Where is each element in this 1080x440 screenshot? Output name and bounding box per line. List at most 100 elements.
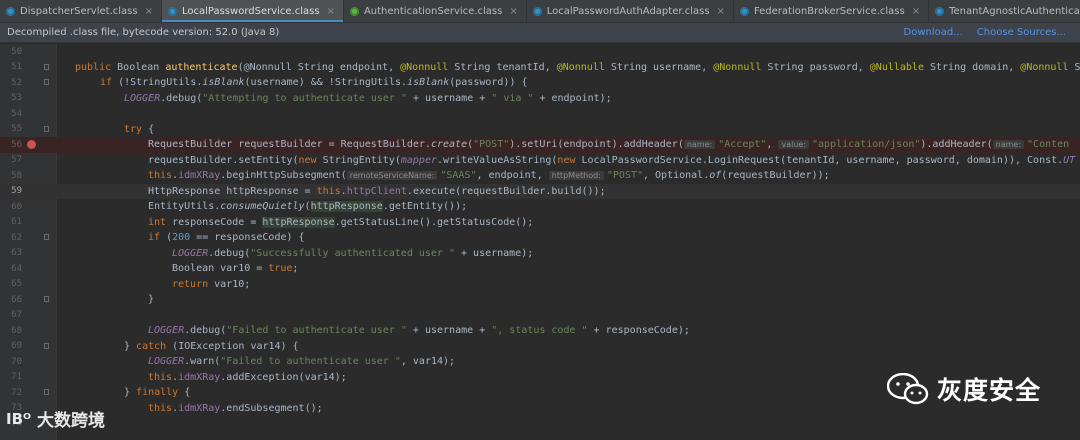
brand-logo-icon: IBᴼ (6, 409, 32, 428)
line-number: 56 (11, 139, 22, 150)
tab-label: AuthenticationService.class (363, 5, 503, 17)
tab-label: LocalPasswordService.class (181, 5, 320, 17)
code-line[interactable]: 69 } catch (IOException var14) { (0, 339, 1080, 355)
tab-label: FederationBrokerService.class (753, 5, 905, 17)
code-line[interactable]: 60 EntityUtils.consumeQuietly(httpRespon… (0, 199, 1080, 215)
watermark-wechat: 灰度安全 (887, 371, 1041, 407)
code-line[interactable]: 67 (0, 308, 1080, 324)
line-number: 69 (11, 341, 22, 352)
code-line[interactable]: 51 public Boolean authenticate(@Nonnull … (0, 60, 1080, 76)
tab-label: DispatcherServlet.class (20, 5, 138, 17)
code-line[interactable]: 68 LOGGER.debug("Failed to authenticate … (0, 323, 1080, 339)
java-class-icon (167, 6, 177, 16)
line-number: 55 (11, 124, 22, 135)
code-line[interactable]: 74 (0, 416, 1080, 432)
fold-icon[interactable] (44, 63, 49, 70)
code-line-breakpoint[interactable]: 56 RequestBuilder requestBuilder = Reque… (0, 137, 1080, 153)
code-text: LOGGER.warn("Failed to authenticate user… (148, 356, 456, 368)
line-number: 67 (11, 310, 22, 321)
code-text: LOGGER.debug("Failed to authenticate use… (148, 325, 690, 337)
close-icon[interactable]: × (912, 6, 920, 17)
code-text: public Boolean authenticate(@Nonnull Str… (75, 61, 1080, 73)
decompiled-banner: Decompiled .class file, bytecode version… (0, 23, 1080, 43)
java-class-icon (739, 6, 749, 16)
fold-icon[interactable] (44, 389, 49, 395)
line-number: 63 (11, 248, 22, 259)
code-text: } (148, 294, 155, 306)
close-icon[interactable]: × (509, 6, 517, 17)
code-text: int responseCode = httpResponse.getStatu… (148, 216, 534, 228)
code-line[interactable]: 57 requestBuilder.setEntity(new StringEn… (0, 153, 1080, 169)
code-line[interactable]: 63 LOGGER.debug("Successfully authentica… (0, 246, 1080, 262)
parameter-hint: httpMethod: (548, 171, 604, 181)
code-line[interactable]: 54 (0, 106, 1080, 122)
line-number: 68 (11, 325, 22, 336)
line-number: 51 (11, 62, 22, 73)
code-line[interactable]: 66 } (0, 292, 1080, 308)
line-number: 53 (11, 93, 22, 104)
line-number: 58 (11, 170, 22, 181)
close-icon[interactable]: × (717, 6, 725, 17)
line-number: 62 (11, 232, 22, 243)
watermark-brand: IBᴼ 大数跨境 (6, 406, 106, 432)
java-class-icon (935, 6, 945, 16)
code-text: if (!StringUtils.isBlank(username) && !S… (100, 77, 528, 89)
code-text: Boolean var10 = true; (172, 263, 299, 275)
line-number: 57 (11, 155, 22, 166)
line-number: 60 (11, 201, 22, 212)
breakpoint-icon[interactable] (27, 140, 36, 149)
fold-icon[interactable] (44, 342, 49, 349)
code-line[interactable]: 52 if (!StringUtils.isBlank(username) &&… (0, 75, 1080, 91)
fold-icon[interactable] (44, 125, 49, 132)
code-line[interactable]: 70 LOGGER.warn("Failed to authenticate u… (0, 354, 1080, 370)
line-number: 65 (11, 279, 22, 290)
code-line[interactable]: 50 (0, 44, 1080, 60)
tab-tenant-agnostic-auth-controller[interactable]: TenantAgnosticAuthenticationController.c… (929, 0, 1080, 22)
code-text: RequestBuilder requestBuilder = RequestB… (148, 139, 1070, 151)
code-line-current[interactable]: 59 HttpResponse httpResponse = this.http… (0, 183, 1080, 199)
line-number: 66 (11, 294, 22, 305)
wechat-icon (887, 373, 929, 405)
line-number: 64 (11, 263, 22, 274)
code-text: this.idmXRay.addException(var14); (148, 371, 347, 383)
tab-label: LocalPasswordAuthAdapter.class (546, 5, 710, 17)
code-text: try { (124, 123, 155, 135)
fold-icon[interactable] (44, 79, 49, 85)
code-line[interactable]: 61 int responseCode = httpResponse.getSt… (0, 215, 1080, 231)
code-text: } finally { (124, 387, 191, 399)
close-icon[interactable]: × (145, 6, 153, 17)
code-text: } catch (IOException var14) { (124, 340, 299, 352)
code-line[interactable]: 55 try { (0, 122, 1080, 138)
close-icon[interactable]: × (327, 6, 335, 17)
line-number: 59 (11, 186, 22, 197)
parameter-hint: name: (683, 140, 716, 150)
tab-dispatcher-servlet[interactable]: DispatcherServlet.class × (0, 0, 162, 22)
code-text: LOGGER.debug("Attempting to authenticate… (124, 92, 612, 104)
code-line[interactable]: 58 this.idmXRay.beginHttpSubsegment(remo… (0, 168, 1080, 184)
line-number: 61 (11, 217, 22, 228)
code-line[interactable]: 53 LOGGER.debug("Attempting to authentic… (0, 91, 1080, 107)
code-text: this.idmXRay.endSubsegment(); (148, 402, 323, 414)
code-line[interactable]: 62 if (200 == responseCode) { (0, 230, 1080, 246)
download-link[interactable]: Download... (904, 27, 963, 38)
java-class-icon (6, 6, 15, 16)
code-text: requestBuilder.setEntity(new StringEntit… (148, 154, 1076, 166)
watermark-text: 大数跨境 (37, 411, 106, 431)
code-line[interactable]: 64 Boolean var10 = true; (0, 261, 1080, 277)
tab-label: TenantAgnosticAuthenticationController.c… (949, 5, 1080, 17)
java-class-green-icon (349, 6, 359, 16)
watermark-text: 灰度安全 (937, 376, 1042, 405)
code-line[interactable]: 65 return var10; (0, 277, 1080, 293)
fold-icon[interactable] (44, 234, 49, 240)
choose-sources-link[interactable]: Choose Sources... (977, 27, 1066, 38)
code-text: EntityUtils.consumeQuietly(httpResponse.… (148, 201, 468, 213)
code-text: this.idmXRay.beginHttpSubsegment(remoteS… (148, 170, 830, 182)
parameter-hint: value: (778, 140, 810, 150)
tab-local-password-service[interactable]: LocalPasswordService.class × (161, 0, 344, 22)
tab-authentication-service[interactable]: AuthenticationService.class × (344, 0, 527, 22)
fold-icon[interactable] (44, 296, 49, 302)
tab-local-password-auth-adapter[interactable]: LocalPasswordAuthAdapter.class × (527, 0, 734, 22)
code-text: return var10; (172, 278, 251, 290)
tab-federation-broker-service[interactable]: FederationBrokerService.class × (734, 0, 930, 22)
code-text: if (200 == responseCode) { (148, 232, 305, 244)
